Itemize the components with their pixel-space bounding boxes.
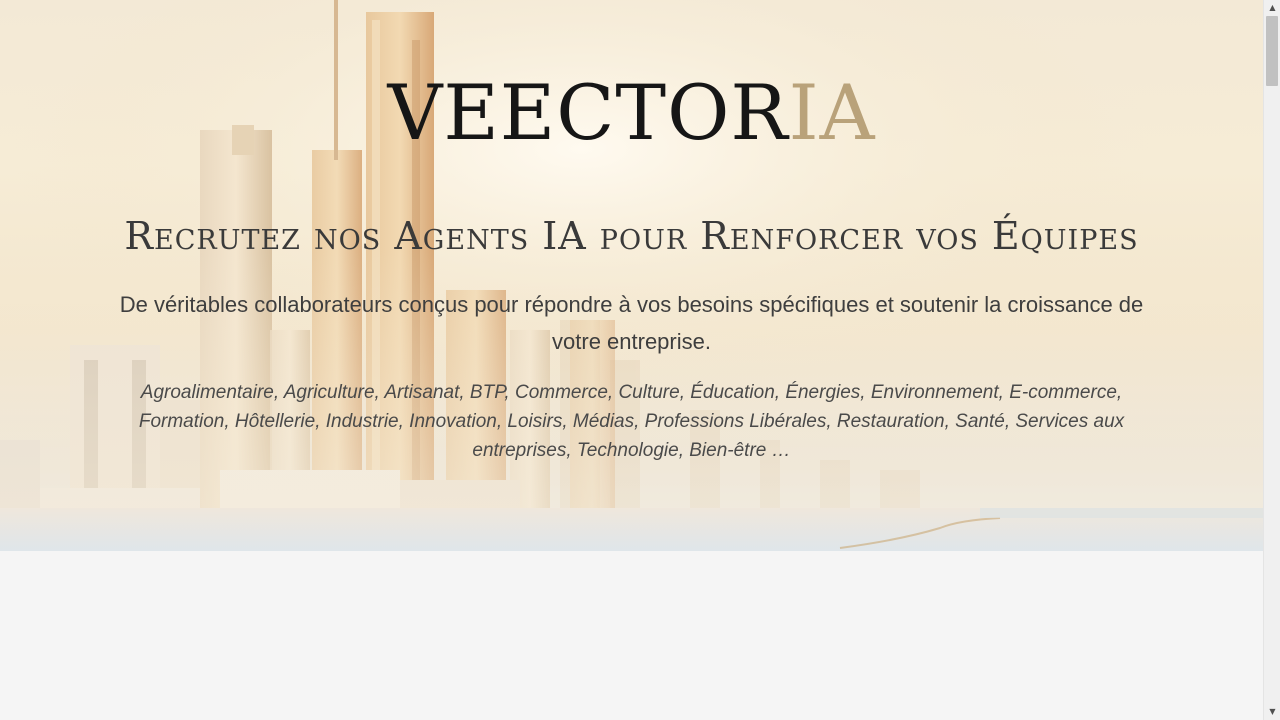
hero-section: VEECTORIA Recrutez nos Agents IA pour Re… bbox=[0, 0, 1263, 551]
hero-subtitle: De véritables collaborateurs conçus pour… bbox=[119, 292, 1144, 354]
brand-logo: VEECTORIA bbox=[0, 68, 1263, 158]
sectors-list: Agroalimentaire, Agriculture, Artisanat,… bbox=[138, 382, 1125, 461]
hero-content: VEECTORIA Recrutez nos Agents IA pour Re… bbox=[0, 0, 1263, 551]
scroll-down-arrow-icon[interactable]: ▼ bbox=[1264, 704, 1280, 720]
logo-accent-text: IA bbox=[788, 68, 876, 157]
scrollbar-thumb[interactable] bbox=[1266, 16, 1278, 86]
hero-headline: Recrutez nos Agents IA pour Renforcer vo… bbox=[124, 214, 1139, 258]
page: VEECTORIA Recrutez nos Agents IA pour Re… bbox=[0, 0, 1263, 720]
scroll-up-arrow-icon[interactable]: ▲ bbox=[1264, 0, 1280, 16]
vertical-scrollbar[interactable]: ▲ ▼ bbox=[1263, 0, 1280, 720]
logo-main-text: VEECTOR bbox=[387, 68, 789, 157]
